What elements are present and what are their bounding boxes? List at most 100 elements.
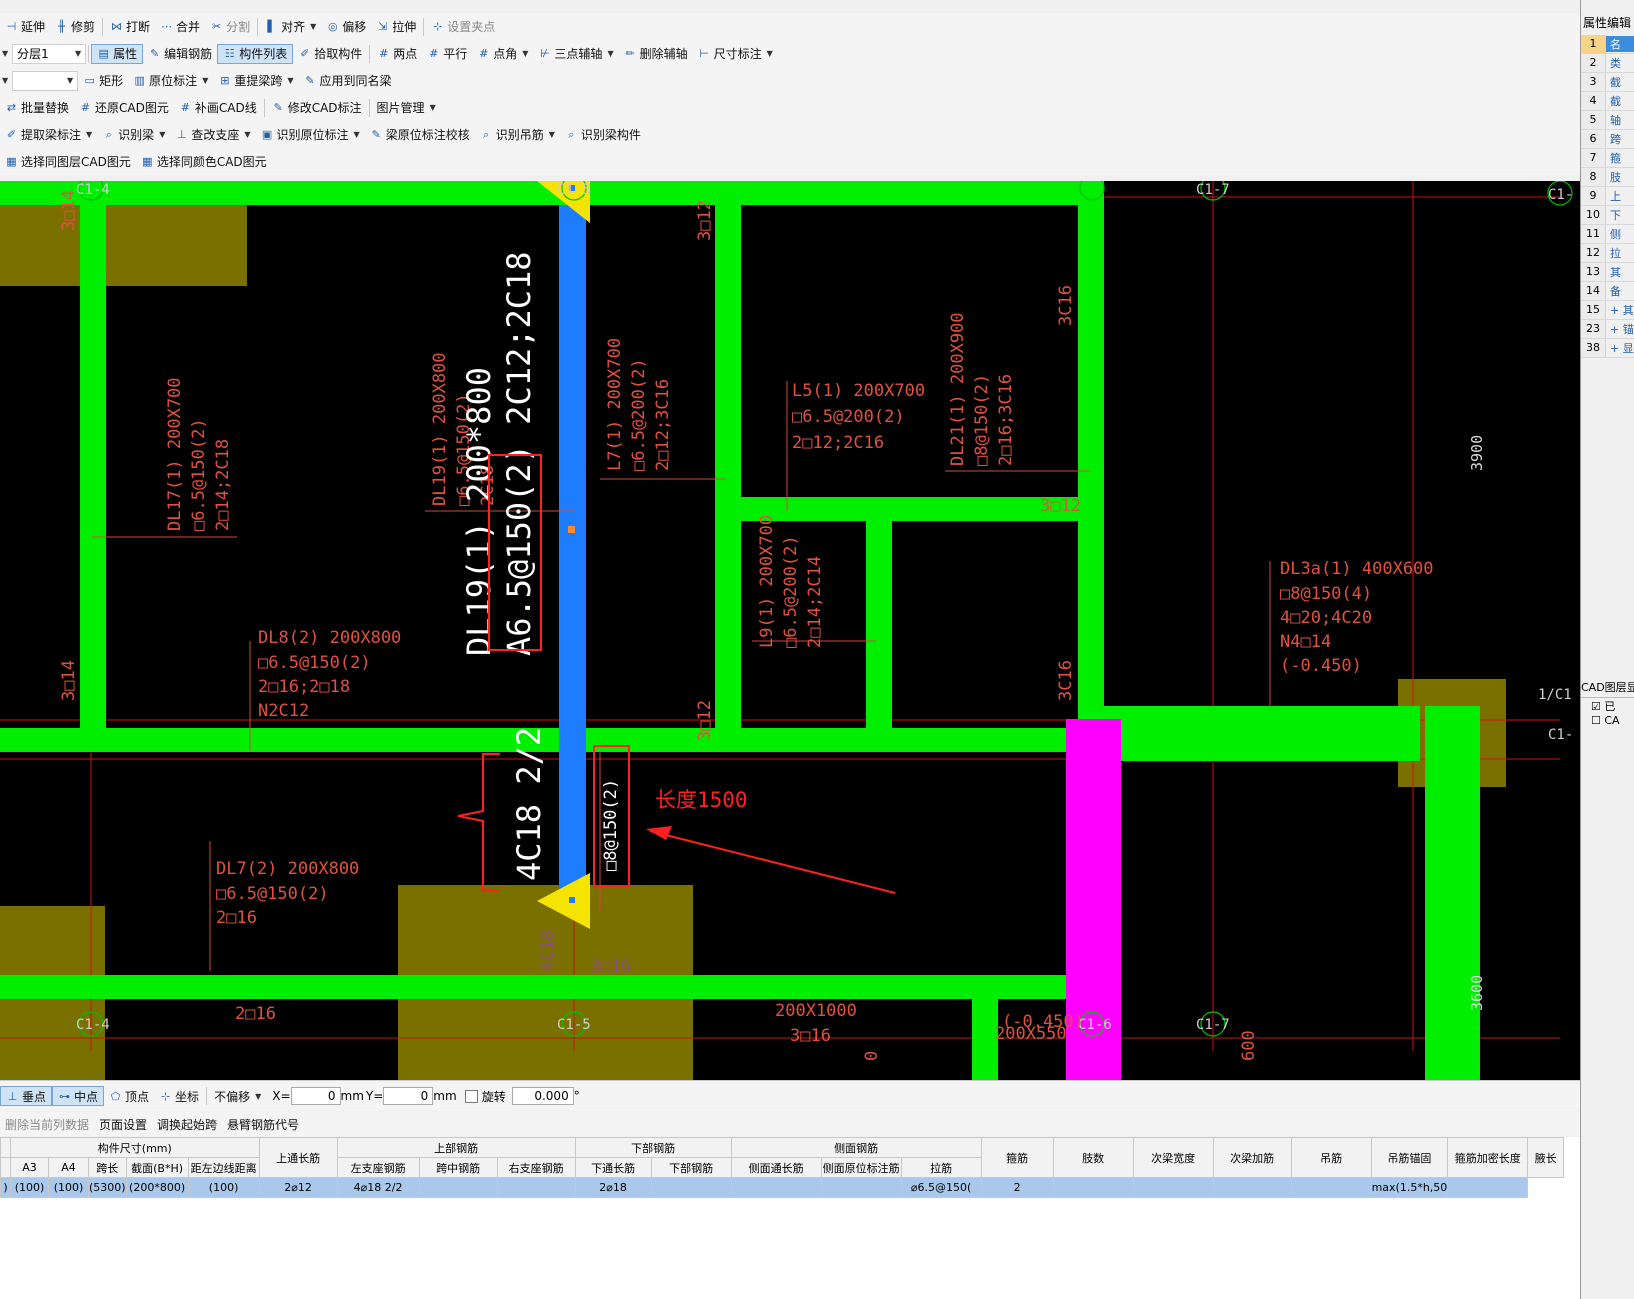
stretch-button[interactable]: ⇲ 拉伸 [371,17,421,37]
grid-cell[interactable]: 2⌀12 [258,1177,338,1198]
grid-cell[interactable]: 4⌀18 2/2 [336,1177,420,1198]
apply-same-beam-button[interactable]: ✎ 应用到同名梁 [299,71,397,91]
selected-beam-grip[interactable] [568,526,575,533]
property-row[interactable]: 8肢 [1581,168,1634,187]
delete-column-data-button[interactable]: 删除当前列数据 [0,1114,94,1134]
grid-cell[interactable]: (100) [10,1177,49,1198]
beams[interactable] [0,181,1480,1081]
extend-button[interactable]: ⊣ 延伸 [0,17,50,37]
delete-axis-button[interactable]: ✏ 删除辅轴 [619,44,693,64]
identify-beam-component-button[interactable]: ⌕ 识别梁构件 [560,125,646,145]
floor-select[interactable]: 分层1 ▼ [12,43,87,64]
property-row[interactable]: 13 其 [1581,263,1634,282]
property-row[interactable]: 38 + 显 [1581,339,1634,358]
offset-button[interactable]: ◎ 偏移 [321,17,371,37]
rotate-input[interactable]: 0.000 [511,1087,574,1105]
batch-replace-button[interactable]: ⇄ 批量替换 [0,98,74,118]
grid-cell[interactable]: (5300) [88,1177,127,1198]
rotate-checkbox[interactable] [464,1089,478,1103]
grid-cell[interactable] [418,1177,498,1198]
property-row[interactable]: 15 + 其 [1581,301,1634,320]
grid-cell[interactable]: ) [0,1177,11,1198]
property-row[interactable]: 2类 [1581,54,1634,73]
identify-beam-button[interactable]: ⌕ 识别梁 ▼ [97,125,170,145]
image-manage-button[interactable]: 图片管理 ▼ [372,98,441,118]
offset-mode-select[interactable]: 不偏移 ▼ [209,1086,266,1106]
restore-cad-button[interactable]: # 还原CAD图元 [74,98,174,118]
break-button[interactable]: ⋈ 打断 [105,17,155,37]
original-annotation-button[interactable]: ▥ 原位标注 ▼ [128,71,213,91]
modify-cad-annotation-button[interactable]: ✎ 修改CAD标注 [267,98,367,118]
cad-layer-item[interactable]: ☑ 已 [1581,698,1634,714]
select-same-color-button[interactable]: ▦ 选择同颜色CAD图元 [136,152,272,172]
grid-cell[interactable] [1132,1177,1214,1198]
chevron-down-icon[interactable]: ▼ [2,76,8,85]
table-row[interactable]: ) (100) (100) (5300) (200*800) (100) 2⌀1… [0,1177,1564,1198]
re-extract-span-button[interactable]: ⊞ 重提梁跨 ▼ [213,71,298,91]
grid-cell[interactable]: (100) [48,1177,89,1198]
dimension-button[interactable]: ⊢ 尺寸标注 ▼ [693,44,778,64]
property-row[interactable]: 1名 [1581,35,1634,54]
y-input[interactable]: 0 [383,1087,434,1105]
grid-cell[interactable]: ⌀6.5@150( [900,1177,982,1198]
selected-beam[interactable] [559,205,586,905]
property-row[interactable]: 14 备 [1581,282,1634,301]
identify-original-annotation-button[interactable]: ▣ 识别原位标注 ▼ [256,125,365,145]
page-setup-button[interactable]: 页面设置 [94,1114,152,1134]
swap-start-span-button[interactable]: 调换起始跨 [152,1114,222,1134]
cad-layer-item[interactable]: ☐ CA [1581,714,1634,727]
grid-cell[interactable]: 2⌀18 [574,1177,652,1198]
property-row[interactable]: 11 侧 [1581,225,1634,244]
pick-component-button[interactable]: ✐ 拾取构件 [293,44,367,64]
grid-cell[interactable] [730,1177,822,1198]
component-type-select[interactable]: ▼ [12,70,79,91]
check-support-button[interactable]: ⊥ 查改支座 ▼ [170,125,255,145]
property-row[interactable]: 4截 [1581,92,1634,111]
trim-button[interactable]: ╫ 修剪 [50,17,100,37]
grid-cell[interactable] [1212,1177,1292,1198]
property-row[interactable]: 23 + 锚 [1581,320,1634,339]
property-button[interactable]: ▤ 属性 [91,43,144,64]
merge-button[interactable]: ⋯ 合并 [155,17,205,37]
grid-cell[interactable]: (100) [187,1177,260,1198]
property-row[interactable]: 10 下 [1581,206,1634,225]
grid-cell[interactable] [820,1177,902,1198]
selected-beam-label[interactable]: DL19(1) 200*800 A6.5@150(2) 2C12;2C18 4C… [460,251,548,881]
midpoint-snap-button[interactable]: ⊶ 中点 [52,1086,105,1106]
cantilever-code-button[interactable]: 悬臂钢筋代号 [222,1114,304,1134]
chevron-down-icon[interactable]: ▼ [2,49,8,58]
grid-cell[interactable] [496,1177,576,1198]
rectangle-button[interactable]: ▭ 矩形 [78,71,128,91]
grid-cell[interactable]: 2 [980,1177,1054,1198]
grid-cell[interactable] [1052,1177,1134,1198]
identify-hanger-button[interactable]: ⌕ 识别吊筋 ▼ [475,125,560,145]
edit-rebar-button[interactable]: ✎ 编辑钢筋 [143,44,217,64]
vertex-snap-button[interactable]: ⬠ 顶点 [104,1086,154,1106]
parallel-button[interactable]: # 平行 [422,44,472,64]
align-button[interactable]: ▌ 对齐 ▼ [260,17,321,37]
three-point-axis-button[interactable]: ⊬ 三点辅轴 ▼ [533,44,618,64]
coordinate-snap-button[interactable]: ⊹ 坐标 [154,1086,204,1106]
perpendicular-snap-button[interactable]: ⊥ 垂点 [0,1086,53,1106]
split-button[interactable]: ✂ 分割 [205,17,255,37]
point-angle-button[interactable]: # 点角 ▼ [472,44,533,64]
select-same-layer-button[interactable]: ▦ 选择同图层CAD图元 [0,152,136,172]
set-grip-button[interactable]: ⊹ 设置夹点 [426,17,500,37]
cad-drawing-canvas[interactable]: C1-4 C1-5 C1-7 C1- 1/C1 C1- C1-4 C1-5 C1… [0,175,1580,1081]
property-row[interactable]: 3截 [1581,73,1634,92]
grid-cell[interactable] [650,1177,732,1198]
component-list-button[interactable]: ☷ 构件列表 [217,43,294,64]
property-row[interactable]: 5轴 [1581,111,1634,130]
grid-cell[interactable]: (200*800) [125,1177,189,1198]
draw-cad-line-button[interactable]: # 补画CAD线 [174,98,262,118]
two-point-button[interactable]: # 两点 [372,44,422,64]
property-row[interactable]: 12 拉 [1581,244,1634,263]
grid-cell[interactable] [1447,1177,1529,1198]
grid-cell[interactable] [1290,1177,1372,1198]
x-input[interactable]: 0 [290,1087,341,1105]
property-row[interactable]: 9上 [1581,187,1634,206]
extract-beam-annotation-button[interactable]: ✐ 提取梁标注 ▼ [0,125,97,145]
selected-beam-stirrup-label[interactable]: □8@150(2) [601,779,621,871]
grid-cell[interactable]: max(1.5*h,50 [1370,1177,1449,1198]
property-row[interactable]: 6跨 [1581,130,1634,149]
